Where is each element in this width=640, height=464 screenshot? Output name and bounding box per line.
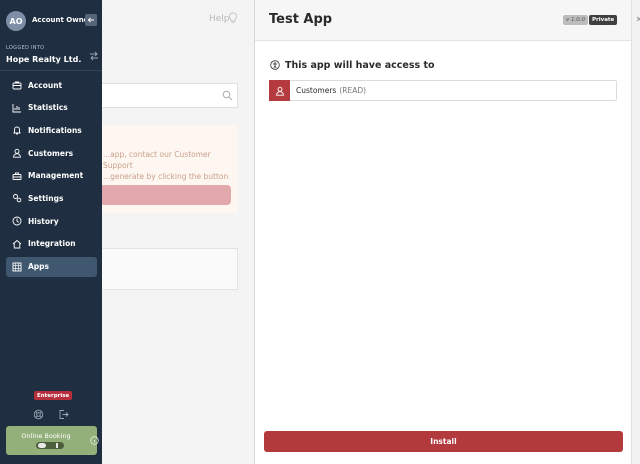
bar-chart-icon [12, 103, 21, 113]
permission-name: Customers [296, 86, 337, 95]
gears-icon [13, 194, 22, 203]
install-button[interactable]: Install [264, 431, 623, 452]
sidebar-item-label: Notifications [28, 125, 82, 135]
user-icon [13, 148, 21, 158]
toggle-on-indicator [56, 443, 58, 448]
version-badge: v 1.0.0 [563, 15, 588, 25]
sidebar-item-label: Settings [28, 193, 64, 203]
logout-icon[interactable] [58, 409, 69, 420]
toggle-knob [38, 443, 46, 448]
lightbulb-icon [229, 12, 237, 23]
permission-label: Customers (READ) [296, 86, 366, 95]
arrow-left-icon [87, 17, 94, 23]
sidebar: AO Account Owner LOGGED INTO Hope Realty… [0, 0, 102, 464]
sidebar-item-history[interactable]: History [6, 211, 97, 231]
right-edge-strip [631, 0, 640, 464]
sidebar-divider [0, 70, 102, 71]
sidebar-item-notifications[interactable]: Notifications [6, 120, 97, 140]
sidebar-item-label: Account [28, 80, 63, 90]
sidebar-nav: Account Statistics Notifications Custome… [6, 75, 97, 279]
sidebar-item-account[interactable]: Account [6, 75, 97, 95]
logged-into-label: LOGGED INTO [6, 45, 45, 51]
sidebar-item-label: Statistics [28, 103, 68, 113]
sidebar-item-label: Integration [28, 239, 76, 249]
sidebar-item-integration[interactable]: Integration [6, 234, 97, 254]
background-generate-button[interactable] [100, 185, 231, 205]
lifebuoy-icon[interactable] [33, 409, 44, 420]
sidebar-item-settings[interactable]: Settings [6, 188, 97, 208]
organization-name: Hope Realty Ltd. [6, 55, 82, 64]
info-icon[interactable] [90, 436, 99, 445]
avatar[interactable]: AO [6, 11, 26, 31]
sidebar-item-label: Customers [28, 148, 74, 158]
help-link[interactable]: Help [209, 14, 230, 24]
visibility-badge: Private [589, 15, 618, 25]
sidebar-item-label: Management [28, 171, 84, 181]
access-heading: This app will have access to [285, 60, 435, 71]
sidebar-item-label: History [28, 216, 59, 226]
house-icon [12, 239, 22, 249]
close-icon[interactable] [636, 15, 640, 23]
online-booking-label: Online Booking [21, 432, 71, 440]
online-booking-toggle[interactable] [36, 442, 64, 449]
permission-icon-box [269, 80, 290, 101]
grid-icon [12, 262, 22, 271]
background-search-input[interactable] [100, 83, 238, 108]
sidebar-item-management[interactable]: Management [6, 166, 97, 186]
switch-organization-icon[interactable] [89, 51, 99, 61]
briefcase-icon [12, 81, 22, 90]
toolbox-icon [12, 172, 22, 180]
collapse-sidebar-button[interactable] [85, 14, 97, 26]
background-card [100, 248, 238, 290]
permission-scope: (READ) [339, 86, 367, 95]
sidebar-item-label: Apps [28, 262, 50, 271]
sidebar-item-customers[interactable]: Customers [6, 143, 97, 163]
clock-icon [12, 216, 22, 226]
search-icon [222, 90, 233, 101]
app-title: Test App [269, 12, 333, 27]
bell-icon [13, 126, 21, 135]
app-install-drawer: Test App v 1.0.0 Private This app will h… [254, 0, 632, 464]
plan-badge: Enterprise [34, 391, 73, 400]
background-notice-text: ...app, contact our Customer Support ...… [103, 150, 229, 181]
account-owner-name: Account Owner [32, 16, 92, 24]
permission-row: Customers (READ) [269, 80, 617, 101]
sidebar-item-statistics[interactable]: Statistics [6, 98, 97, 118]
drawer-header: Test App v 1.0.0 Private [255, 0, 632, 41]
sidebar-item-apps[interactable]: Apps [6, 256, 97, 277]
accessibility-icon [270, 60, 280, 70]
online-booking-card: Online Booking [6, 426, 99, 455]
user-icon [275, 86, 284, 96]
